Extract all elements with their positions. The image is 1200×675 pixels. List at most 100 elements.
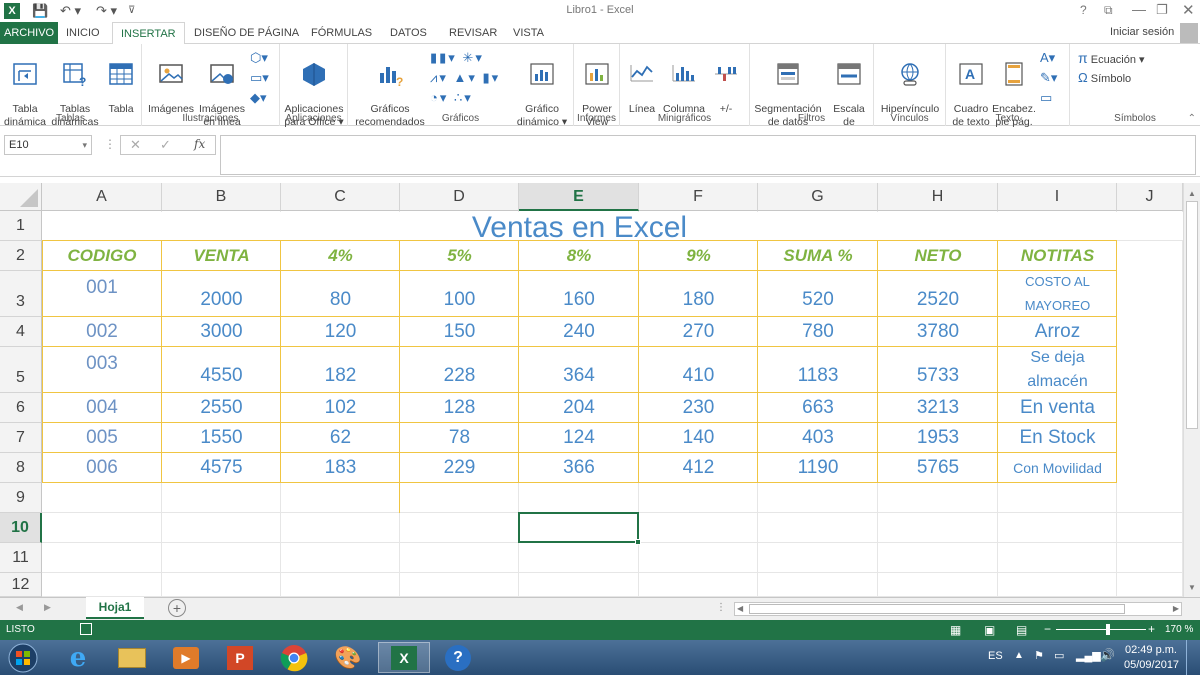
data-cell[interactable]: 003 [42, 347, 162, 393]
spreadsheet-grid[interactable]: ABCDEFGHIJ 1 2 3 4 5 6 7 8 9 10 11 12 Ventas en Exc… [0, 183, 1200, 597]
header-cell[interactable]: 4% [281, 241, 400, 271]
column-header-c[interactable]: C [281, 183, 400, 211]
row-header-1[interactable]: 1 [0, 211, 42, 241]
taskbar-paint[interactable]: 🎨 [322, 642, 374, 673]
row-header-4[interactable]: 4 [0, 317, 42, 347]
enter-icon[interactable]: ✓ [160, 137, 171, 153]
note-cell[interactable]: Arroz [998, 317, 1117, 347]
vertical-scroll-thumb[interactable] [1186, 201, 1198, 429]
column-header-j[interactable]: J [1117, 183, 1183, 211]
taskbar-ie[interactable]: e [52, 642, 104, 673]
data-cell[interactable]: 128 [400, 393, 519, 423]
row-header-5[interactable]: 5 [0, 347, 42, 393]
tab-archivo[interactable]: ARCHIVO [0, 22, 59, 44]
data-cell[interactable]: 3000 [162, 317, 281, 347]
name-box[interactable]: E10 ▾ [4, 135, 92, 155]
data-cell[interactable]: 410 [639, 347, 758, 393]
data-cell[interactable]: 102 [281, 393, 400, 423]
tab-vista[interactable]: VISTA [505, 22, 552, 44]
normal-view-icon[interactable]: ▦ [950, 623, 961, 637]
zoom-out-icon[interactable]: − [1044, 622, 1051, 636]
data-cell[interactable]: 1183 [758, 347, 878, 393]
row-header-11[interactable]: 11 [0, 543, 42, 573]
add-sheet-icon[interactable]: + [168, 599, 186, 617]
row-header-8[interactable]: 8 [0, 453, 42, 483]
zoom-slider-thumb[interactable] [1106, 624, 1110, 635]
header-cell[interactable]: 8% [519, 241, 639, 271]
data-cell[interactable]: 3780 [878, 317, 998, 347]
horizontal-scroll-thumb[interactable] [749, 604, 1125, 614]
data-cell[interactable]: 180 [639, 271, 758, 317]
page-layout-icon[interactable]: ▣ [984, 623, 995, 637]
tab-formulas[interactable]: FÓRMULAS [303, 22, 380, 44]
header-cell[interactable]: 9% [639, 241, 758, 271]
horizontal-scrollbar[interactable]: ◀ ▶ [734, 602, 1182, 616]
data-cell[interactable]: 270 [639, 317, 758, 347]
data-cell[interactable]: 4575 [162, 453, 281, 483]
header-cell[interactable]: NETO [878, 241, 998, 271]
tab-insertar[interactable]: INSERTAR [112, 22, 185, 45]
clock-time[interactable]: 02:49 p.m. [1124, 644, 1178, 656]
maximize-button[interactable]: ❐ [1156, 2, 1168, 18]
data-cell[interactable]: 364 [519, 347, 639, 393]
language-indicator[interactable]: ES [988, 650, 1003, 662]
header-cell[interactable]: VENTA [162, 241, 281, 271]
header-cell[interactable]: NOTITAS [998, 241, 1117, 271]
next-sheet-icon[interactable]: ▶ [44, 602, 51, 613]
volume-icon[interactable]: 🔊 [1100, 648, 1115, 662]
chart-types-icon[interactable]: ▮▮▾ ✳▾ ⩘▾ ▲▾ ▮▾ ◔▾ ∴▾ [430, 48, 500, 108]
column-header-d[interactable]: D [400, 183, 519, 211]
data-cell[interactable]: 62 [281, 423, 400, 453]
network-icon[interactable]: ▂▄▆ [1076, 649, 1101, 662]
data-cell[interactable]: 002 [42, 317, 162, 347]
row-header-3[interactable]: 3 [0, 271, 42, 317]
data-cell[interactable]: 403 [758, 423, 878, 453]
clock-date[interactable]: 05/09/2017 [1124, 659, 1179, 671]
fill-handle[interactable] [635, 539, 641, 545]
column-header-a[interactable]: A [42, 183, 162, 211]
show-hidden-icons[interactable]: ▲ [1014, 650, 1024, 661]
data-cell[interactable]: 5733 [878, 347, 998, 393]
data-cell[interactable]: 120 [281, 317, 400, 347]
sparkline-line-button[interactable]: Línea [624, 48, 660, 116]
tab-revisar[interactable]: REVISAR [441, 22, 505, 44]
column-header-h[interactable]: H [878, 183, 998, 211]
symbol-button[interactable]: Ω Símbolo [1078, 70, 1131, 85]
row-header-9[interactable]: 9 [0, 483, 42, 513]
taskbar-explorer[interactable] [106, 642, 158, 673]
data-cell[interactable]: 229 [400, 453, 519, 483]
data-cell[interactable]: 366 [519, 453, 639, 483]
tab-diseno-pagina[interactable]: DISEÑO DE PÁGINA [186, 22, 307, 44]
signin-link[interactable]: Iniciar sesión [1110, 26, 1174, 38]
tab-inicio[interactable]: INICIO [58, 22, 108, 44]
taskbar-chrome[interactable] [268, 642, 320, 673]
note-cell[interactable]: En Stock [998, 423, 1117, 453]
help-button[interactable]: ? [1080, 3, 1087, 17]
action-center-icon[interactable]: ⚑ [1034, 649, 1044, 662]
close-button[interactable]: ✕ [1182, 1, 1195, 19]
data-cell[interactable]: 124 [519, 423, 639, 453]
macro-record-icon[interactable] [80, 623, 92, 635]
row-header-7[interactable]: 7 [0, 423, 42, 453]
data-cell[interactable]: 182 [281, 347, 400, 393]
row-header-2[interactable]: 2 [0, 241, 42, 271]
data-cell[interactable]: 183 [281, 453, 400, 483]
data-cell[interactable]: 160 [519, 271, 639, 317]
collapse-ribbon-icon[interactable]: ⌃ [1188, 113, 1196, 124]
data-cell[interactable]: 412 [639, 453, 758, 483]
prev-sheet-icon[interactable]: ◀ [16, 602, 23, 613]
data-cell[interactable]: 228 [400, 347, 519, 393]
header-cell[interactable]: 5% [400, 241, 519, 271]
hyperlink-button[interactable]: Hipervínculo [876, 48, 944, 116]
data-cell[interactable]: 520 [758, 271, 878, 317]
selected-cell[interactable] [518, 512, 641, 545]
sparkline-column-button[interactable]: Columna [662, 48, 706, 116]
zoom-slider[interactable] [1056, 629, 1146, 630]
note-cell[interactable]: Se deja almacén [998, 347, 1117, 393]
header-cell[interactable]: CODIGO [42, 241, 162, 271]
data-cell[interactable]: 001 [42, 271, 162, 317]
text-extras-icon[interactable]: A▾ ✎▾ ▭ [1040, 48, 1057, 108]
row-header-12[interactable]: 12 [0, 573, 42, 597]
note-cell[interactable]: COSTO AL MAYOREO [998, 271, 1117, 317]
row-header-10[interactable]: 10 [0, 513, 42, 543]
